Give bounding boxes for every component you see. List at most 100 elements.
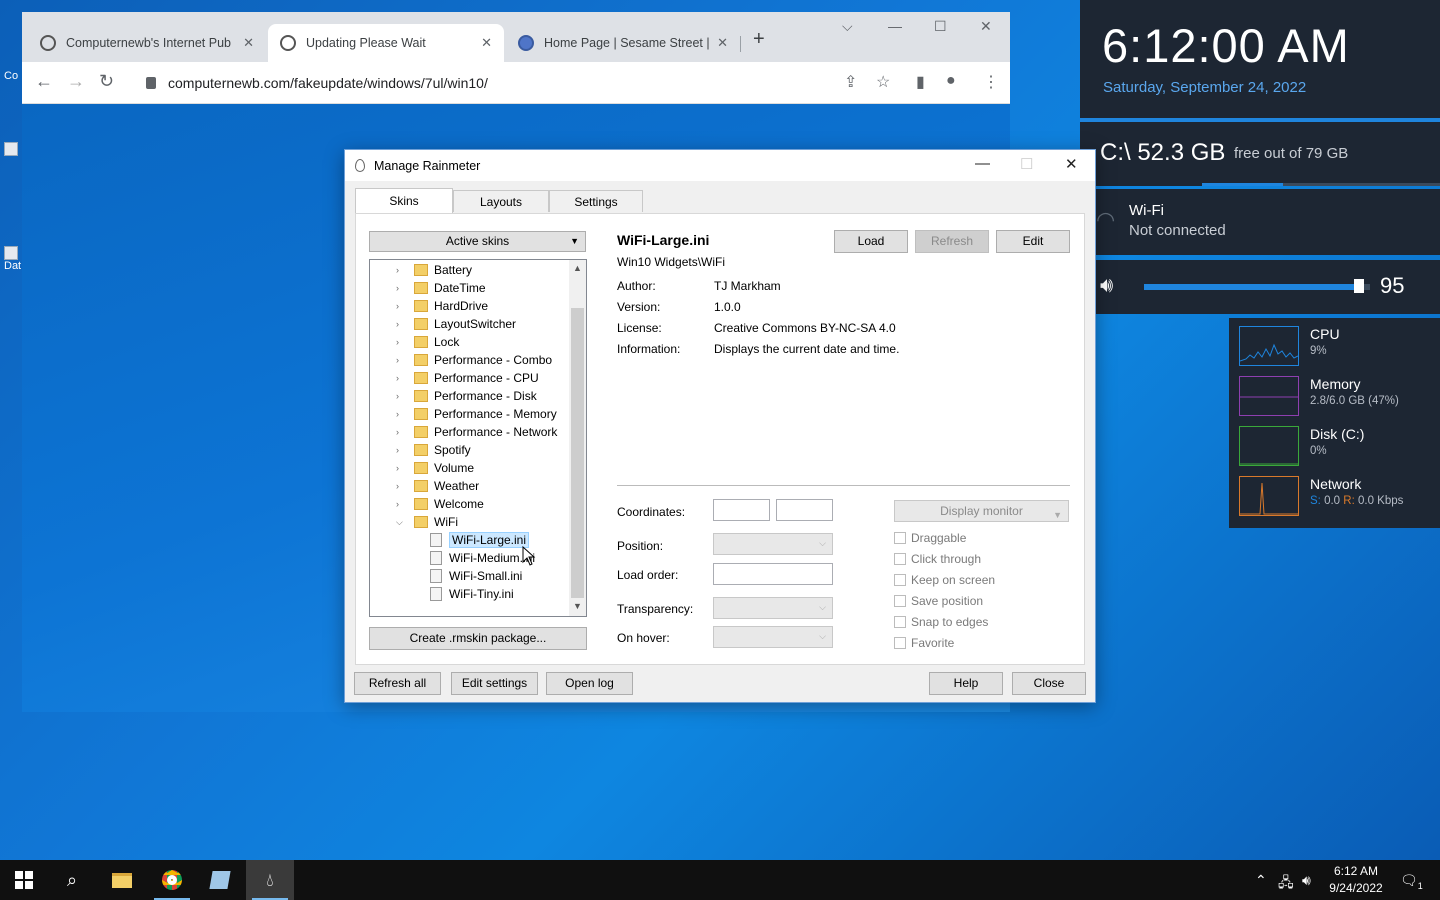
chevron-right-icon[interactable]: › (396, 319, 406, 329)
checkbox-box[interactable] (894, 553, 906, 565)
tab-search-icon[interactable]: ⌵ (842, 18, 853, 35)
speaker-icon[interactable]: 🔊︎ (1100, 274, 1113, 298)
scroll-thumb[interactable] (571, 308, 584, 598)
tab-computernewb[interactable]: Computernewb's Internet Pub H ✕ (28, 24, 266, 62)
tree-folder[interactable]: › Performance - Memory (396, 405, 557, 423)
tree-folder[interactable]: › Spotify (396, 441, 471, 459)
tree-folder[interactable]: › Performance - Combo (396, 351, 552, 369)
chevron-right-icon[interactable]: › (396, 427, 406, 437)
chevron-right-icon[interactable]: › (396, 391, 406, 401)
help-button[interactable]: Help (929, 672, 1003, 695)
checkbox-box[interactable] (894, 595, 906, 607)
tree-folder[interactable]: › Welcome (396, 495, 484, 513)
tree-folder[interactable]: › Performance - Disk (396, 387, 537, 405)
tree-scrollbar[interactable]: ▲ ▼ (569, 260, 586, 616)
display-monitor-button[interactable]: Display monitor ▼ (894, 500, 1069, 522)
tab-layouts[interactable]: Layouts (453, 190, 549, 212)
edit-settings-button[interactable]: Edit settings (451, 672, 538, 695)
tree-folder[interactable]: › Weather (396, 477, 479, 495)
volume-slider[interactable] (1144, 284, 1370, 290)
notepad-icon[interactable] (196, 860, 244, 900)
refresh-all-button[interactable]: Refresh all (354, 672, 441, 695)
tree-folder[interactable]: ⌵ WiFi (396, 513, 458, 531)
rainmeter-taskbar-icon[interactable]: 💧︎ (246, 860, 294, 900)
chevron-down-icon[interactable]: ⌵ (396, 517, 406, 528)
tree-folder[interactable]: › DateTime (396, 279, 486, 297)
show-hidden-icons-icon[interactable]: ⌃ (1255, 872, 1267, 889)
start-button[interactable] (0, 860, 48, 900)
close-icon[interactable]: ✕ (481, 35, 492, 51)
checkbox-box[interactable] (894, 616, 906, 628)
volume-icon[interactable]: 🔊︎ (1302, 872, 1311, 889)
chevron-right-icon[interactable]: › (396, 481, 406, 491)
transparency-select[interactable]: ⌵ (713, 597, 833, 619)
minimize-icon[interactable]: — (975, 155, 990, 172)
arrow-left-icon[interactable]: ← (35, 71, 53, 92)
tab-updating[interactable]: Updating Please Wait ✕ (268, 24, 504, 62)
notification-center-icon[interactable]: 🗨︎1 (1400, 872, 1423, 891)
side-panel-icon[interactable]: ▮ (916, 72, 925, 92)
kebab-menu-icon[interactable]: ⋮ (983, 72, 999, 92)
maximize-icon[interactable]: ☐ (934, 18, 947, 35)
open-log-button[interactable]: Open log (546, 672, 633, 695)
chevron-right-icon[interactable]: › (396, 499, 406, 509)
close-window-icon[interactable]: ✕ (980, 18, 992, 35)
tree-folder[interactable]: › Performance - Network (396, 423, 557, 441)
tree-folder[interactable]: › Lock (396, 333, 459, 351)
checkbox-box[interactable] (894, 637, 906, 649)
draggable-checkbox[interactable]: Draggable (894, 531, 966, 545)
on-hover-select[interactable]: ⌵ (713, 626, 833, 648)
chevron-right-icon[interactable]: › (396, 337, 406, 347)
chevron-right-icon[interactable]: › (396, 265, 406, 275)
tree-file[interactable]: WiFi-Small.ini (430, 567, 522, 585)
desktop-icon[interactable]: Dat (4, 246, 22, 272)
chevron-right-icon[interactable]: › (396, 373, 406, 383)
profile-icon[interactable]: ● (946, 72, 956, 90)
refresh-button[interactable]: Refresh (915, 230, 989, 253)
close-icon[interactable]: ✕ (243, 35, 254, 51)
close-button[interactable]: Close (1012, 672, 1086, 695)
create-rmskin-button[interactable]: Create .rmskin package... (369, 627, 587, 650)
volume-knob[interactable] (1353, 279, 1364, 293)
chevron-right-icon[interactable]: › (396, 283, 406, 293)
chevron-right-icon[interactable]: › (396, 355, 406, 365)
scroll-up-icon[interactable]: ▲ (573, 263, 582, 273)
active-skins-dropdown[interactable]: Active skins ▼ (369, 231, 586, 252)
load-order-input[interactable] (713, 563, 833, 585)
search-icon[interactable]: ⌕ (48, 860, 96, 900)
chevron-right-icon[interactable]: › (396, 301, 406, 311)
tree-file[interactable]: WiFi-Tiny.ini (430, 585, 514, 603)
tab-settings[interactable]: Settings (549, 190, 643, 212)
tree-folder[interactable]: › LayoutSwitcher (396, 315, 516, 333)
edit-button[interactable]: Edit (996, 230, 1070, 253)
star-icon[interactable]: ☆ (876, 72, 890, 92)
keep-on-screen-checkbox[interactable]: Keep on screen (894, 573, 995, 587)
tab-sesame-street[interactable]: Home Page | Sesame Street | PB ✕ (506, 24, 740, 62)
checkbox-box[interactable] (894, 574, 906, 586)
network-icon[interactable]: 🖧︎ (1278, 872, 1294, 896)
address-bar[interactable]: computernewb.com/fakeupdate/windows/7ul/… (132, 67, 872, 99)
position-select[interactable]: ⌵ (713, 533, 833, 555)
click-through-checkbox[interactable]: Click through (894, 552, 981, 566)
load-button[interactable]: Load (834, 230, 908, 253)
chrome-icon[interactable] (148, 860, 196, 900)
chevron-right-icon[interactable]: › (396, 463, 406, 473)
snap-to-edges-checkbox[interactable]: Snap to edges (894, 615, 988, 629)
chevron-right-icon[interactable]: › (396, 445, 406, 455)
chevron-right-icon[interactable]: › (396, 409, 406, 419)
desktop-icon[interactable] (4, 142, 22, 156)
tree-folder[interactable]: › Battery (396, 261, 472, 279)
coordinate-x-input[interactable] (713, 499, 770, 521)
tree-file[interactable]: WiFi-Medium.ini (430, 549, 535, 567)
coordinate-y-input[interactable] (776, 499, 833, 521)
file-explorer-icon[interactable] (98, 860, 146, 900)
share-icon[interactable]: ⇪ (844, 72, 857, 92)
tree-folder[interactable]: › HardDrive (396, 297, 488, 315)
taskbar-clock[interactable]: 6:12 AM 9/24/2022 (1320, 863, 1392, 897)
reload-icon[interactable]: ↻ (99, 71, 114, 92)
new-tab-button[interactable]: + (753, 28, 765, 51)
minimize-icon[interactable]: — (888, 18, 902, 34)
close-icon[interactable]: ✕ (1065, 155, 1078, 173)
checkbox-box[interactable] (894, 532, 906, 544)
favorite-checkbox[interactable]: Favorite (894, 636, 954, 650)
